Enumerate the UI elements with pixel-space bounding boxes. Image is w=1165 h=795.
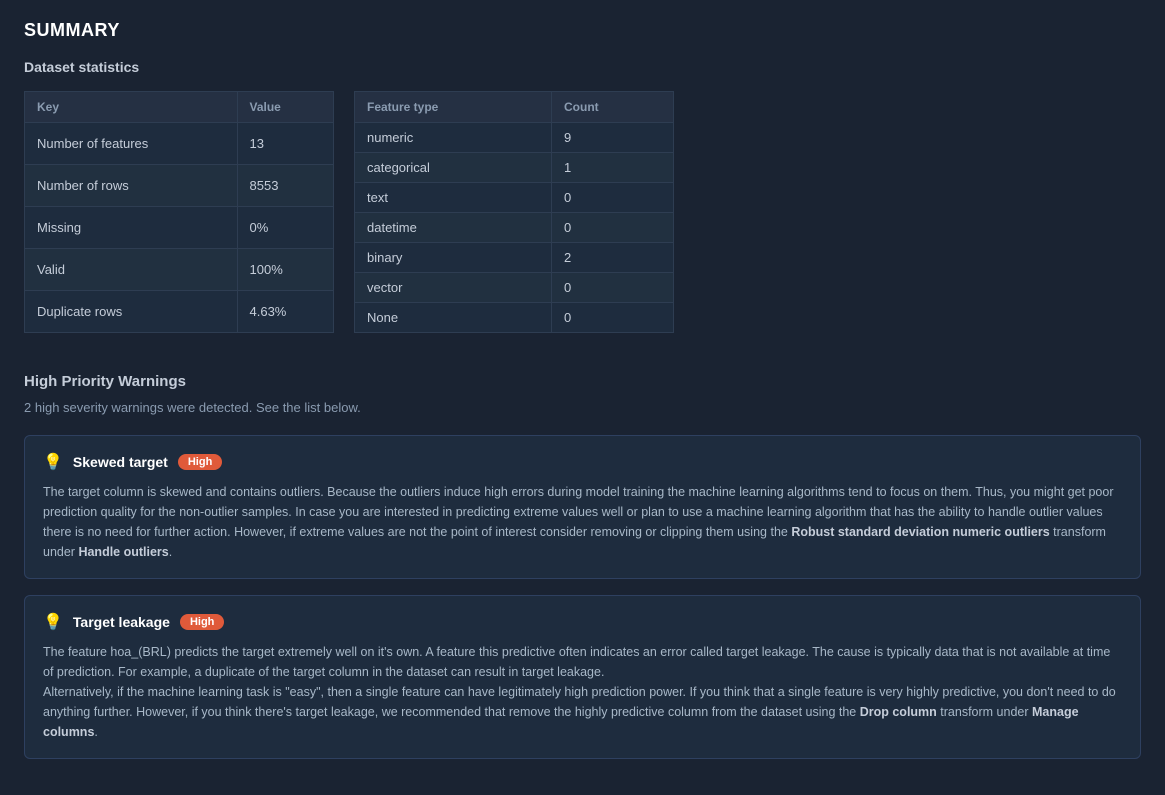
left-table-value: 13 [237,123,334,165]
warning-title-leakage: Target leakage [73,614,170,630]
warning-bulb-icon-2: 💡 [43,612,63,632]
right-table-count: 0 [552,183,674,213]
warnings-subtitle: 2 high severity warnings were detected. … [24,400,1141,415]
left-table-value: 4.63% [237,291,334,333]
table-row: Valid100% [25,249,334,291]
warning-body-leakage: The feature hoa_(BRL) predicts the targe… [43,642,1122,742]
left-table-col-key: Key [25,92,238,123]
warning-card-skewed-target: 💡 Skewed target High The target column i… [24,435,1141,579]
right-table-count: 0 [552,303,674,333]
warning-title-skewed: Skewed target [73,454,168,470]
table-row: binary2 [355,243,674,273]
bold-text-robust: Robust standard deviation numeric outlie… [791,525,1049,539]
table-row: categorical1 [355,153,674,183]
table-row: None0 [355,303,674,333]
left-table-key: Valid [25,249,238,291]
left-table-key: Duplicate rows [25,291,238,333]
left-table-value: 0% [237,207,334,249]
right-table-count: 0 [552,273,674,303]
table-row: numeric9 [355,123,674,153]
warning-card-target-leakage: 💡 Target leakage High The feature hoa_(B… [24,595,1141,759]
table-row: Duplicate rows4.63% [25,291,334,333]
badge-high-leakage: High [180,614,224,630]
table-row: Missing0% [25,207,334,249]
warning-bulb-icon: 💡 [43,452,63,472]
table-row: datetime0 [355,213,674,243]
table-row: text0 [355,183,674,213]
warning-header-leakage: 💡 Target leakage High [43,612,1122,632]
badge-high-skewed: High [178,454,222,470]
right-stats-table: Feature type Count numeric9categorical1t… [354,91,674,333]
dataset-statistics-section: Dataset statistics Key Value Number of f… [24,59,1141,333]
right-table-type: binary [355,243,552,273]
left-table-value: 100% [237,249,334,291]
leakage-body-part2: Alternatively, if the machine learning t… [43,685,1116,739]
right-table-col-count: Count [552,92,674,123]
left-table-col-value: Value [237,92,334,123]
page-title: SUMMARY [24,20,1141,41]
right-table-type: vector [355,273,552,303]
right-table-col-type: Feature type [355,92,552,123]
right-table-type: text [355,183,552,213]
statistics-tables: Key Value Number of features13Number of … [24,91,1141,333]
dataset-statistics-title: Dataset statistics [24,59,1141,75]
left-table-key: Missing [25,207,238,249]
right-table-count: 1 [552,153,674,183]
table-row: Number of features13 [25,123,334,165]
left-table-key: Number of features [25,123,238,165]
left-table-key: Number of rows [25,165,238,207]
high-priority-title: High Priority Warnings [24,373,1141,390]
right-table-count: 2 [552,243,674,273]
right-table-type: None [355,303,552,333]
right-table-type: datetime [355,213,552,243]
right-table-type: numeric [355,123,552,153]
right-table-count: 0 [552,213,674,243]
right-table-type: categorical [355,153,552,183]
high-priority-section: High Priority Warnings 2 high severity w… [24,373,1141,759]
table-row: Number of rows8553 [25,165,334,207]
bold-text-handle: Handle outliers [78,545,168,559]
bold-drop-column: Drop column [860,705,937,719]
leakage-body-part1: The feature hoa_(BRL) predicts the targe… [43,645,1110,679]
warning-header: 💡 Skewed target High [43,452,1122,472]
right-table-count: 9 [552,123,674,153]
left-stats-table: Key Value Number of features13Number of … [24,91,334,333]
warning-body-skewed: The target column is skewed and contains… [43,482,1122,562]
table-row: vector0 [355,273,674,303]
warning-body-text-1: The target column is skewed and contains… [43,485,1114,559]
left-table-value: 8553 [237,165,334,207]
